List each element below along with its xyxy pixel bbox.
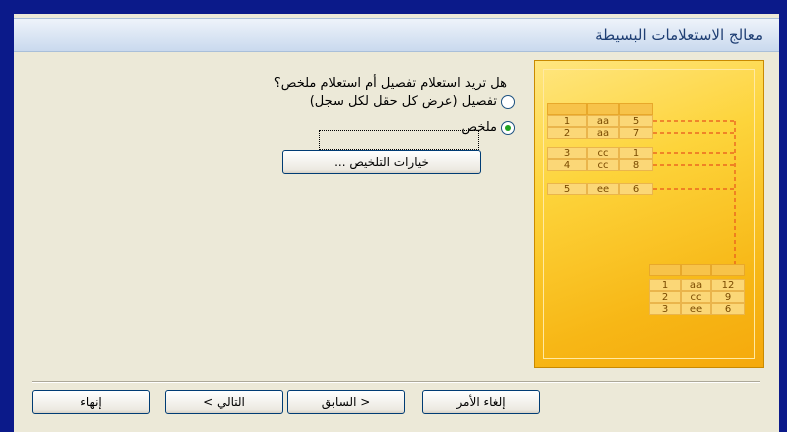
summary-header-cell [681, 264, 711, 276]
detail-option[interactable]: تفصيل (عرض كل حقل لكل سجل) [310, 94, 515, 109]
summary-options-button[interactable]: خيارات التلخيص ... [282, 150, 481, 174]
cancel-button[interactable]: إلغاء الأمر [422, 390, 540, 414]
summary-cell: ee [681, 303, 711, 315]
summary-header-cell [711, 264, 745, 276]
detail-radio-icon[interactable] [501, 94, 515, 109]
summary-cell: 2 [649, 291, 681, 303]
summary-connector-lines [653, 120, 736, 273]
query-type-question: هل تريد استعلام تفصيل أم استعلام ملخص؟ [273, 76, 507, 91]
summary-illustration: 1 aa 5 2 aa 7 3 cc 1 4 cc 8 5 ee 6 1 aa … [534, 60, 764, 368]
simple-query-wizard-dialog: معالج الاستعلامات البسيطة هل تريد استعلا… [14, 14, 779, 432]
window-frame-top [0, 0, 787, 14]
summary-header-cell [649, 264, 681, 276]
window-frame-right [779, 14, 787, 432]
next-button[interactable]: التالي > [165, 390, 283, 414]
window-frame-left [0, 14, 14, 432]
summary-cell: 6 [711, 303, 745, 315]
finish-button[interactable]: إنهاء [32, 390, 150, 414]
summary-radio-icon[interactable] [501, 120, 515, 135]
summary-focus-rectangle [319, 130, 479, 150]
dialog-title: معالج الاستعلامات البسيطة [14, 18, 779, 52]
detail-option-label: تفصيل (عرض كل حقل لكل سجل) [309, 94, 497, 109]
summary-cell: aa [681, 279, 711, 291]
back-button[interactable]: < السابق [287, 390, 405, 414]
summary-cell: 3 [649, 303, 681, 315]
footer-divider [32, 381, 760, 383]
summary-cell: 1 [649, 279, 681, 291]
summary-cell: 9 [711, 291, 745, 303]
summary-cell: cc [681, 291, 711, 303]
summary-cell: 12 [711, 279, 745, 291]
